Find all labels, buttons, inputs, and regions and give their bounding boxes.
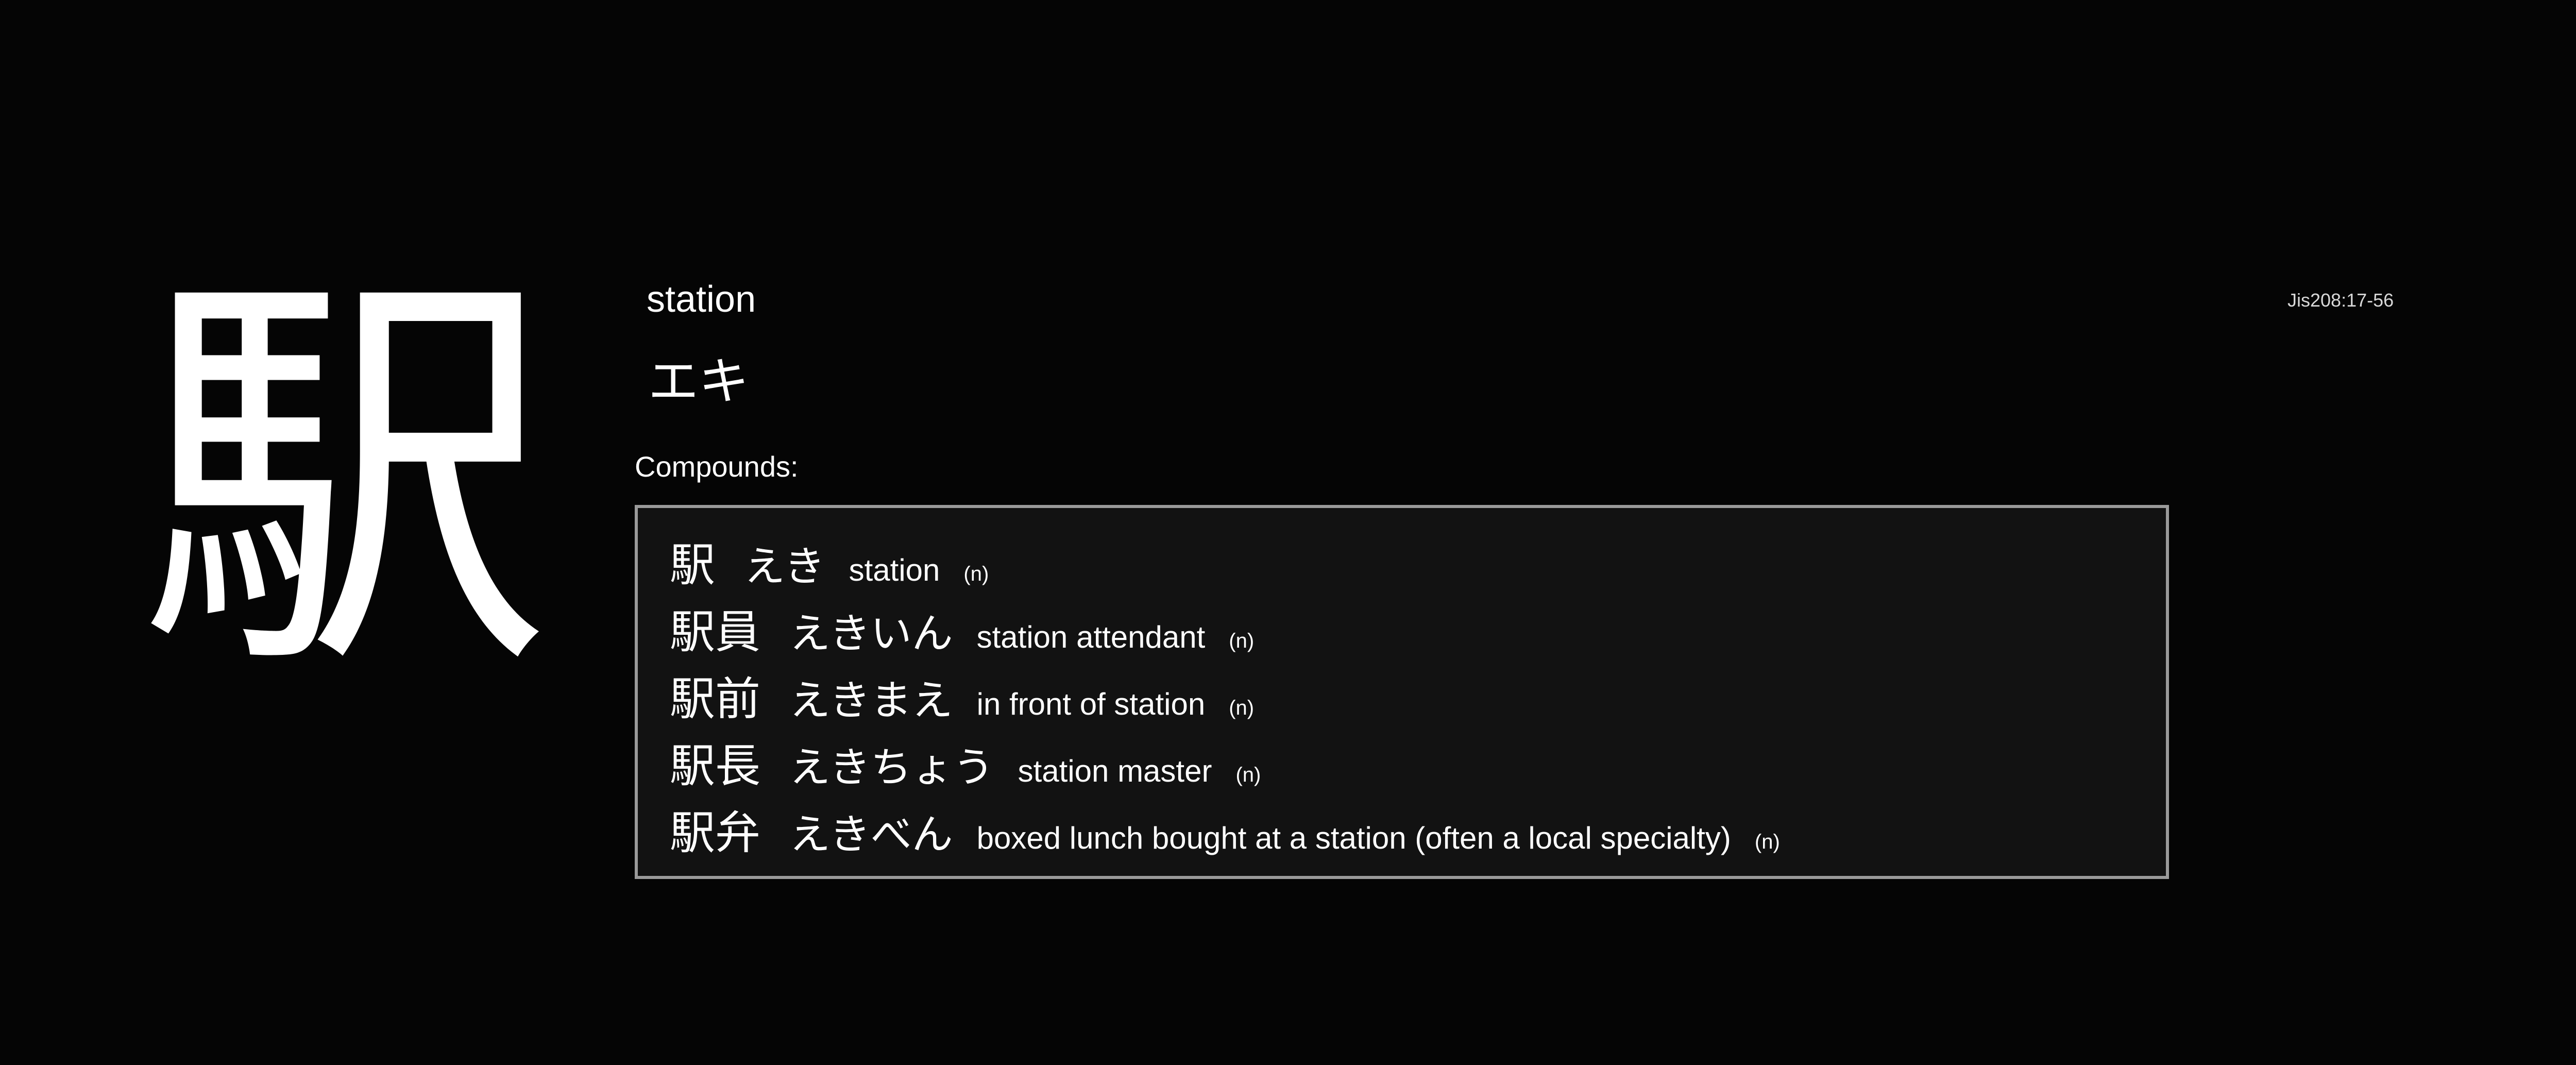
compound-row: 駅弁 えきべん boxed lunch bought at a station … xyxy=(670,797,2166,864)
compound-part-of-speech: (n) xyxy=(1229,697,1255,719)
jis-code: Jis208:17-56 xyxy=(2287,290,2394,311)
compound-reading: えきちょう xyxy=(789,743,994,791)
compound-reading: えきまえ xyxy=(789,677,953,724)
compound-gloss: station xyxy=(849,553,940,587)
compound-gloss: station attendant xyxy=(976,620,1206,654)
compound-word: 駅弁 xyxy=(670,806,761,859)
kanji-meaning: station xyxy=(647,279,756,320)
compound-row: 駅前 えきまえ in front of station (n) xyxy=(670,663,2166,730)
compound-word: 駅員 xyxy=(670,605,761,658)
compound-part-of-speech: (n) xyxy=(1754,831,1780,853)
kanji-reading: エキ xyxy=(648,352,750,411)
compound-word: 駅前 xyxy=(670,672,761,725)
compound-row: 駅 えき station (n) xyxy=(670,529,2166,596)
compound-word: 駅長 xyxy=(670,739,761,792)
compound-part-of-speech: (n) xyxy=(963,563,989,585)
compound-part-of-speech: (n) xyxy=(1229,630,1255,652)
compounds-label: Compounds: xyxy=(635,450,799,483)
kanji-character: 駅 xyxy=(139,239,551,719)
compound-gloss: station master xyxy=(1018,754,1212,788)
compound-reading: えき xyxy=(744,543,825,590)
compound-word: 駅 xyxy=(670,538,716,591)
compound-row: 駅長 えきちょう station master (n) xyxy=(670,730,2166,797)
compounds-list: 駅 えき station (n) 駅員 えきいん station attenda… xyxy=(635,505,2169,879)
compound-reading: えきいん xyxy=(789,610,953,657)
compound-gloss: in front of station xyxy=(976,687,1206,721)
compound-reading: えきべん xyxy=(789,810,953,858)
compound-gloss: boxed lunch bought at a station (often a… xyxy=(976,821,1731,855)
compound-part-of-speech: (n) xyxy=(1235,764,1261,786)
compound-row: 駅員 えきいん station attendant (n) xyxy=(670,596,2166,663)
